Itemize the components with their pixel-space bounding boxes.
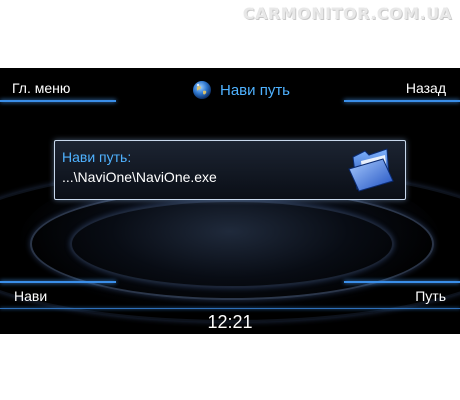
globe-icon <box>193 81 211 99</box>
navi-path-panel: Нави путь: ...\NaviOne\NaviOne.exe <box>54 140 406 200</box>
main-menu-underline <box>0 100 116 102</box>
browse-folder-button[interactable] <box>347 147 395 193</box>
navi-overline <box>0 281 116 283</box>
back-button[interactable]: Назад <box>406 80 446 96</box>
path-overline <box>344 281 460 283</box>
path-button[interactable]: Путь <box>415 288 446 304</box>
navi-path-value: ...\NaviOne\NaviOne.exe <box>62 169 217 185</box>
back-underline <box>344 100 460 102</box>
background-ring-inner <box>70 200 394 288</box>
status-bar-divider <box>0 308 460 309</box>
folder-open-icon <box>348 148 394 192</box>
clock: 12:21 <box>207 312 253 332</box>
screen-title: Нави путь <box>192 80 290 100</box>
main-menu-button[interactable]: Гл. меню <box>12 80 70 96</box>
navi-path-label: Нави путь: <box>62 149 132 165</box>
navi-path-screen: Гл. меню Нави путь Назад Нави путь: ...\… <box>0 68 460 334</box>
watermark: CARMONITOR.COM.UA <box>242 4 452 23</box>
navi-button[interactable]: Нави <box>14 288 47 304</box>
screen-title-text: Нави путь <box>220 81 290 99</box>
